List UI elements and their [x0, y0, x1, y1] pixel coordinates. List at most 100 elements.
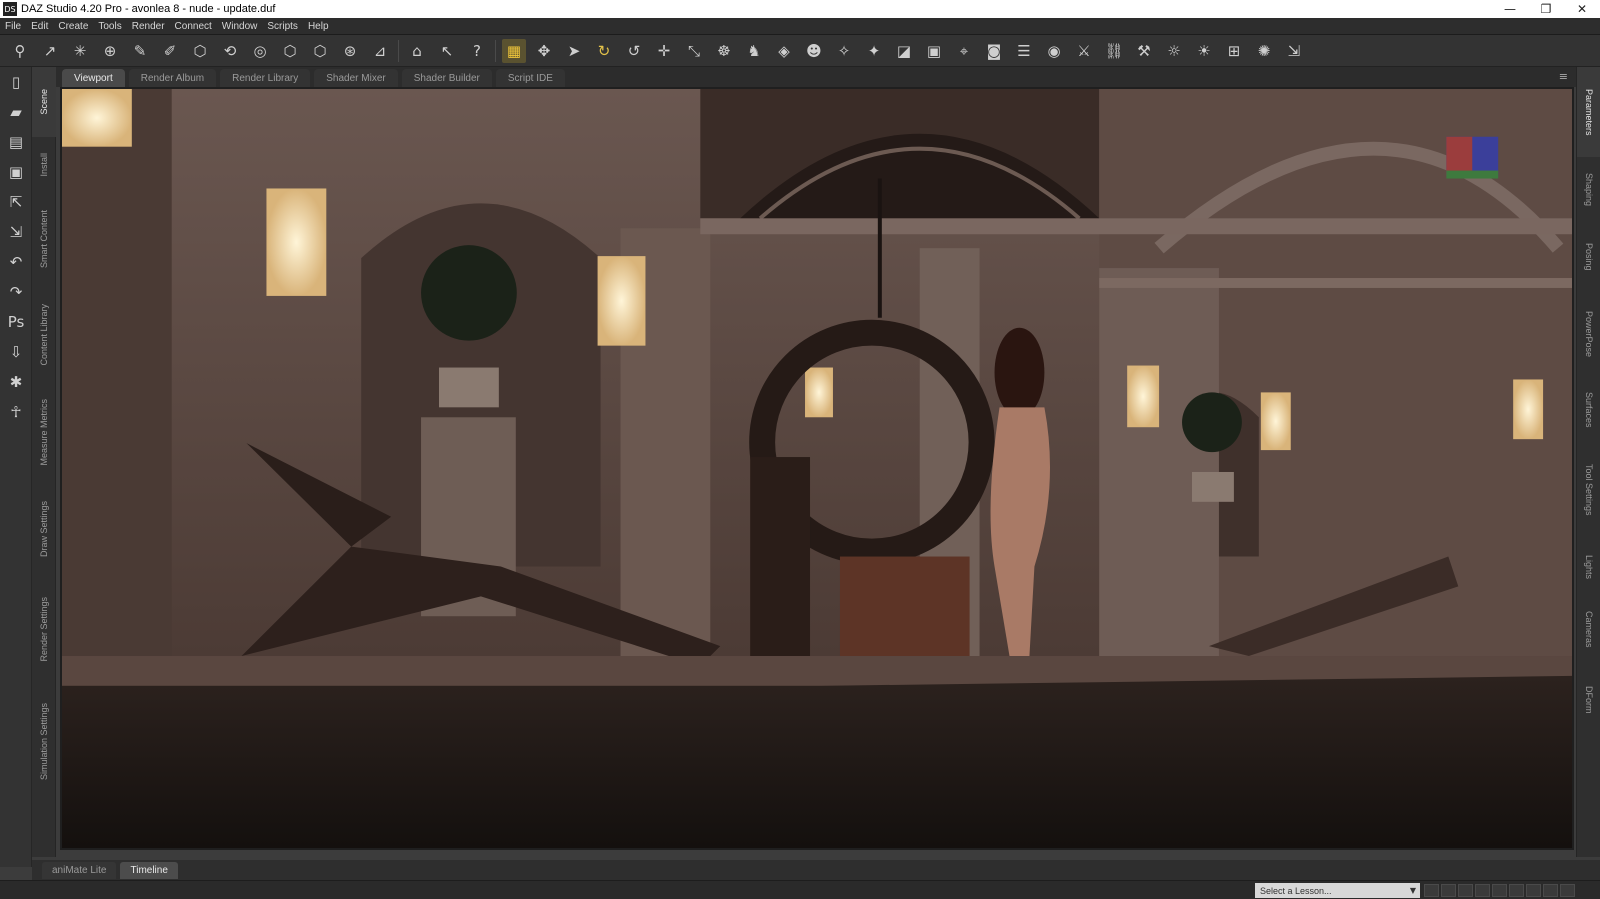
grid-icon[interactable]: ▦ — [502, 38, 526, 63]
pointer-icon[interactable]: ➤ — [562, 39, 586, 63]
vtab-simulation-settings[interactable]: Simulation Settings — [32, 682, 56, 802]
translate-icon[interactable]: ✛ — [652, 39, 676, 63]
menu-window[interactable]: Window — [217, 21, 263, 32]
lesson-step-button[interactable] — [1526, 884, 1541, 897]
vtab-install[interactable]: Install — [32, 137, 56, 192]
vtab-content-library[interactable]: Content Library — [32, 287, 56, 382]
lesson-step-button[interactable] — [1424, 884, 1439, 897]
tab-timeline[interactable]: Timeline — [120, 861, 178, 879]
region-navigator-icon[interactable]: ⬡ — [278, 39, 302, 63]
menu-render[interactable]: Render — [127, 21, 170, 32]
home-icon[interactable]: ⌂ — [405, 39, 429, 63]
geometry-sculptor-icon[interactable]: ✐ — [158, 39, 182, 63]
lesson-step-button[interactable] — [1509, 884, 1524, 897]
vtab-smart-content[interactable]: Smart Content — [32, 192, 56, 287]
joint-icon[interactable]: ⚒ — [1132, 39, 1156, 63]
tab-animate-lite[interactable]: aniMate Lite — [42, 861, 117, 879]
figure-icon[interactable]: ☥ — [0, 397, 32, 427]
vtab-lights[interactable]: Lights — [1577, 537, 1600, 597]
edit-polygon-icon[interactable]: ◪ — [892, 39, 916, 63]
rotate-icon[interactable]: ↺ — [622, 39, 646, 63]
minimize-button[interactable]: — — [1492, 2, 1528, 16]
lesson-step-button[interactable] — [1458, 884, 1473, 897]
light-icon[interactable]: ☼ — [1162, 39, 1186, 63]
new-scene-icon[interactable]: ▯ — [0, 67, 32, 97]
menu-tools[interactable]: Tools — [93, 21, 126, 32]
tab-shader-mixer[interactable]: Shader Mixer — [314, 69, 398, 87]
vtab-posing[interactable]: Posing — [1577, 222, 1600, 292]
save-icon[interactable]: ▣ — [0, 157, 32, 187]
vtab-powerpose[interactable]: PowerPose — [1577, 292, 1600, 377]
vtab-shaping[interactable]: Shaping — [1577, 157, 1600, 222]
open-icon[interactable]: ▰ — [0, 97, 32, 127]
spot-render-icon[interactable]: ⬡ — [188, 39, 212, 63]
menu-file[interactable]: File — [0, 21, 26, 32]
lesson-step-button[interactable] — [1492, 884, 1507, 897]
spotlight-icon[interactable]: ☀ — [1192, 39, 1216, 63]
vtab-tool-settings[interactable]: Tool Settings — [1577, 442, 1600, 537]
vtab-cameras[interactable]: Cameras — [1577, 597, 1600, 662]
node-selection-icon[interactable]: ⚲ — [8, 39, 32, 63]
scene-navigator-icon[interactable]: ⟲ — [218, 39, 242, 63]
render-settings-icon[interactable]: ◉ — [1042, 39, 1066, 63]
tab-shader-builder[interactable]: Shader Builder — [401, 69, 492, 87]
export-file-icon[interactable]: ⇲ — [0, 217, 32, 247]
tab-render-album[interactable]: Render Album — [128, 69, 217, 87]
link-icon[interactable]: ⛓ — [1102, 39, 1126, 63]
joint-editor-icon[interactable]: ↗ — [38, 39, 62, 63]
pane-menu-icon[interactable]: ≡ — [1559, 70, 1568, 83]
weight-brush-icon[interactable]: ✎ — [128, 39, 152, 63]
undo-icon[interactable]: ↶ — [0, 247, 32, 277]
transform-icon[interactable]: ⊛ — [338, 39, 362, 63]
mesh-grabber-icon[interactable]: ✦ — [862, 39, 886, 63]
redo-icon[interactable]: ↷ — [0, 277, 32, 307]
camera-icon[interactable]: ◙ — [982, 39, 1006, 63]
vtab-surfaces[interactable]: Surfaces — [1577, 377, 1600, 442]
drop-to-floor-icon[interactable]: ⇩ — [0, 337, 32, 367]
vtab-measure-metrics[interactable]: Measure Metrics — [32, 382, 56, 482]
whats-this-icon[interactable]: ↖ — [435, 39, 459, 63]
universal-tool-icon[interactable]: ✥ — [532, 39, 556, 63]
menu-help[interactable]: Help — [303, 21, 334, 32]
restore-button[interactable]: ❐ — [1528, 2, 1564, 16]
align-icon[interactable]: ☰ — [1012, 39, 1036, 63]
menu-edit[interactable]: Edit — [26, 21, 53, 32]
lesson-step-button[interactable] — [1475, 884, 1490, 897]
iray-icon[interactable]: ✺ — [1252, 39, 1276, 63]
geometry-editor-icon[interactable]: ⊕ — [98, 39, 122, 63]
menu-scripts[interactable]: Scripts — [262, 21, 303, 32]
vtab-parameters[interactable]: Parameters — [1577, 67, 1600, 157]
figure-pose-icon[interactable]: ☸ — [712, 39, 736, 63]
ruler-icon[interactable]: ⊿ — [368, 39, 392, 63]
merge-icon[interactable]: ▤ — [0, 127, 32, 157]
pose-figure-icon[interactable]: ✱ — [0, 367, 32, 397]
camera-cube-icon[interactable]: ▣ — [922, 39, 946, 63]
tab-script-ide[interactable]: Script IDE — [495, 69, 565, 87]
rotate-yellow-icon[interactable]: ↻ — [592, 39, 616, 63]
lesson-step-button[interactable] — [1543, 884, 1558, 897]
tab-render-library[interactable]: Render Library — [220, 69, 311, 87]
lesson-step-button[interactable] — [1560, 884, 1575, 897]
surface-selection-icon[interactable]: ◎ — [248, 39, 272, 63]
lesson-step-button[interactable] — [1441, 884, 1456, 897]
surface-icon[interactable]: ◈ — [772, 39, 796, 63]
import-icon[interactable]: ⇱ — [0, 187, 32, 217]
help-icon[interactable]: ? — [465, 39, 489, 63]
vtab-draw-settings[interactable]: Draw Settings — [32, 482, 56, 577]
close-button[interactable]: ✕ — [1564, 2, 1600, 16]
figure-setup-icon[interactable]: ☻ — [802, 39, 826, 63]
vtab-scene[interactable]: Scene — [32, 67, 56, 137]
tab-viewport[interactable]: Viewport — [62, 69, 125, 87]
vtab-dform[interactable]: DForm — [1577, 662, 1600, 737]
export-icon[interactable]: ⇲ — [1282, 39, 1306, 63]
node-weight-map-icon[interactable]: ✳ — [68, 39, 92, 63]
bone-tool-icon[interactable]: ⚔ — [1072, 39, 1096, 63]
vtab-render-settings[interactable]: Render Settings — [32, 577, 56, 682]
menu-connect[interactable]: Connect — [170, 21, 217, 32]
lesson-select[interactable]: Select a Lesson... ▼ — [1255, 883, 1420, 898]
morph-brush-icon[interactable]: ✧ — [832, 39, 856, 63]
photoshop-bridge-icon[interactable]: Ps — [0, 307, 32, 337]
scale-icon[interactable]: ⤡ — [682, 39, 706, 63]
aim-icon[interactable]: ⌖ — [952, 39, 976, 63]
powerpose-icon[interactable]: ♞ — [742, 39, 766, 63]
